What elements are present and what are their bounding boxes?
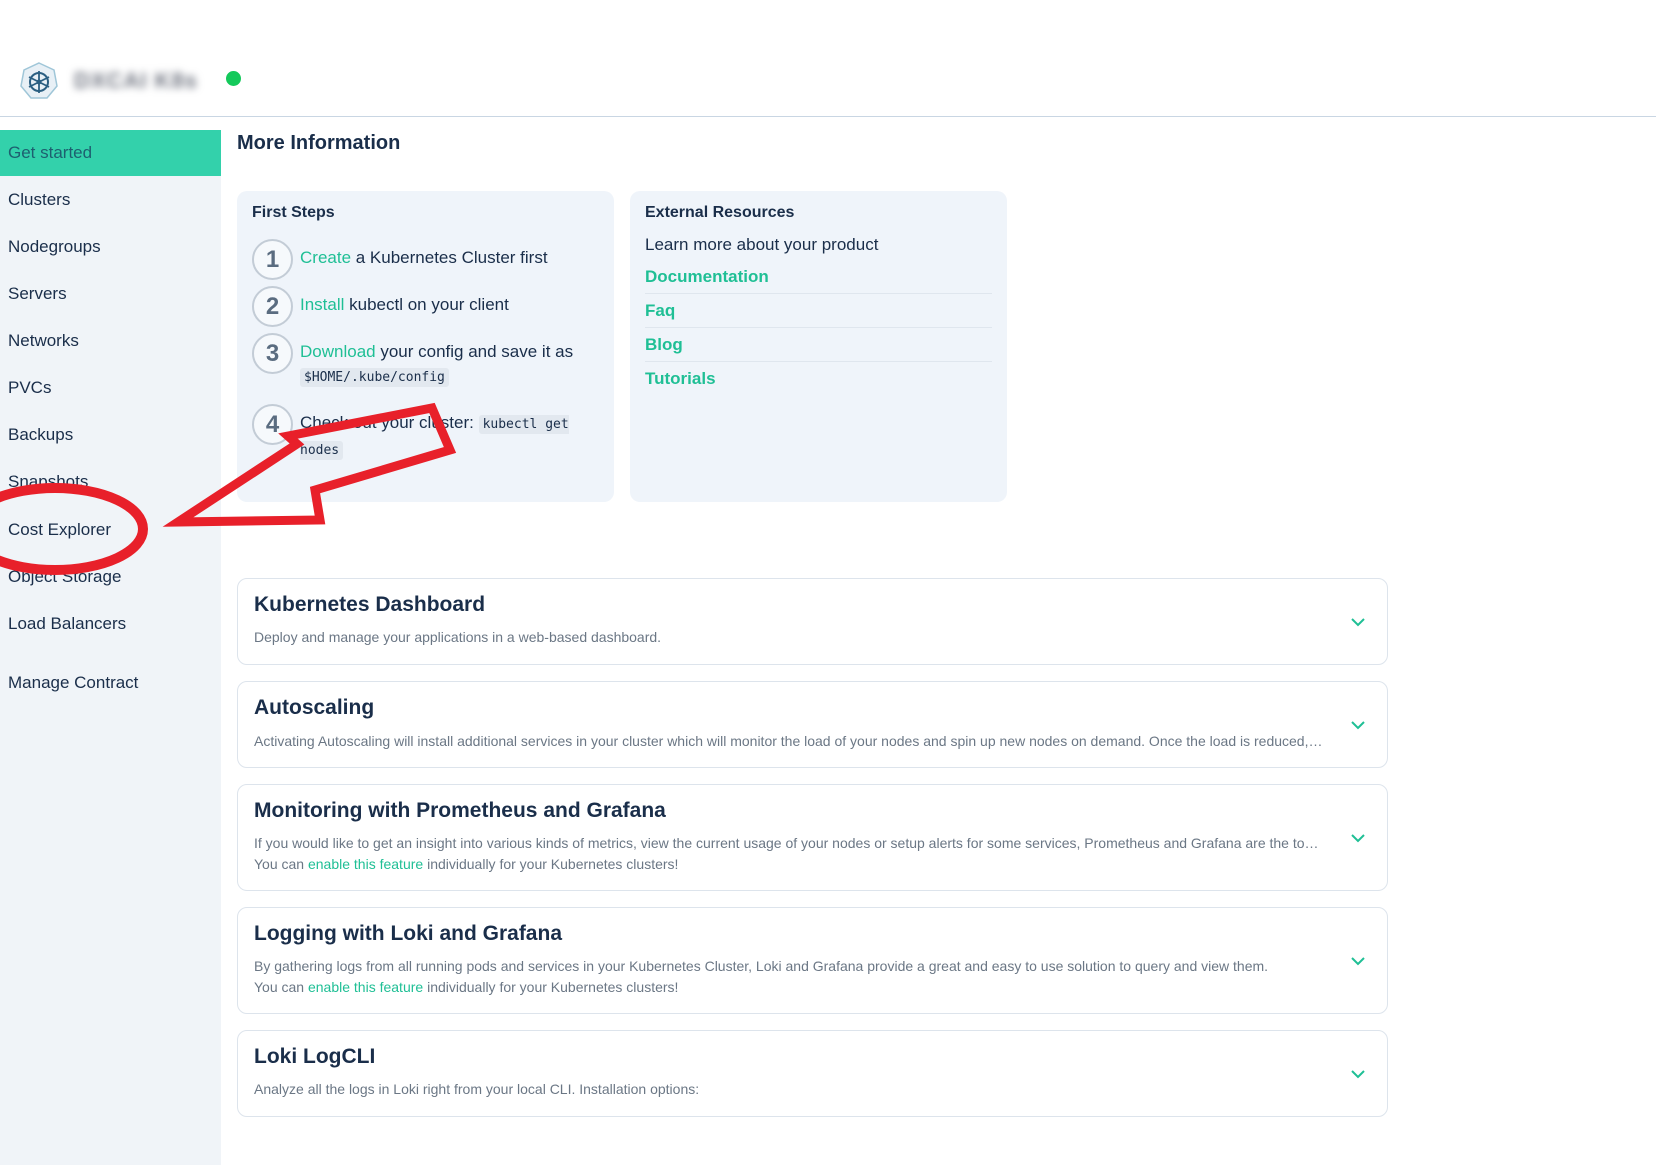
accordion-title: Monitoring with Prometheus and Grafana	[254, 799, 666, 822]
sidebar-item-manage-contract[interactable]: Manage Contract	[0, 660, 221, 706]
description-text: You can	[254, 856, 308, 872]
step-text: your config and save it as	[375, 342, 574, 361]
chevron-down-icon[interactable]	[1349, 716, 1367, 734]
cluster-status-indicator	[226, 71, 241, 86]
sidebar-item-backups[interactable]: Backups	[0, 412, 221, 458]
accordion-loki-logcli[interactable]: Loki LogCLI Analyze all the logs in Loki…	[237, 1030, 1388, 1117]
kubernetes-logo-icon[interactable]	[20, 62, 58, 100]
chevron-down-icon[interactable]	[1349, 952, 1367, 970]
accordion-logging[interactable]: Logging with Loki and Grafana By gatheri…	[237, 907, 1388, 1014]
first-steps-title: First Steps	[252, 204, 335, 221]
step-number: 1	[252, 239, 293, 280]
step-number: 3	[252, 333, 293, 374]
accordion-description: By gathering logs from all running pods …	[254, 958, 1269, 974]
accordion-description: Deploy and manage your applications in a…	[254, 629, 662, 645]
sidebar: Get started Clusters Nodegroups Servers …	[0, 130, 221, 1165]
step-text: a Kubernetes Cluster first	[351, 248, 548, 267]
sidebar-item-servers[interactable]: Servers	[0, 271, 221, 317]
accordion-title: Logging with Loki and Grafana	[254, 922, 562, 945]
sidebar-item-get-started[interactable]: Get started	[0, 130, 221, 176]
enable-feature-link[interactable]: enable this feature	[308, 979, 423, 995]
chevron-down-icon[interactable]	[1349, 829, 1367, 847]
description-text: individually for your Kubernetes cluster…	[423, 979, 679, 995]
sidebar-item-object-storage[interactable]: Object Storage	[0, 554, 221, 600]
blog-link[interactable]: Blog	[645, 335, 992, 362]
accordion-title: Autoscaling	[254, 696, 375, 719]
chevron-down-icon[interactable]	[1349, 613, 1367, 631]
documentation-link[interactable]: Documentation	[645, 267, 992, 294]
sidebar-item-networks[interactable]: Networks	[0, 318, 221, 364]
accordion-description: Analyze all the logs in Loki right from …	[254, 1081, 700, 1097]
chevron-down-icon[interactable]	[1349, 1065, 1367, 1083]
external-resources-card: External Resources Learn more about your…	[630, 191, 1007, 502]
config-path-code: $HOME/.kube/config	[300, 368, 449, 387]
accordion-description: Activating Autoscaling will install addi…	[254, 733, 1324, 749]
faq-link[interactable]: Faq	[645, 301, 992, 328]
accordion-autoscaling[interactable]: Autoscaling Activating Autoscaling will …	[237, 681, 1388, 768]
download-config-link[interactable]: Download	[300, 342, 376, 361]
sidebar-item-snapshots[interactable]: Snapshots	[0, 459, 221, 505]
tutorials-link[interactable]: Tutorials	[645, 369, 992, 395]
description-text: You can	[254, 979, 308, 995]
sidebar-item-nodegroups[interactable]: Nodegroups	[0, 224, 221, 270]
cluster-name: DXCAI K8s	[74, 68, 198, 93]
sidebar-item-pvcs[interactable]: PVCs	[0, 365, 221, 411]
enable-feature-link[interactable]: enable this feature	[308, 856, 423, 872]
accordion-monitoring[interactable]: Monitoring with Prometheus and Grafana I…	[237, 784, 1388, 891]
create-cluster-link[interactable]: Create	[300, 248, 351, 267]
first-steps-card: First Steps 1 Create a Kubernetes Cluste…	[237, 191, 614, 502]
top-bar: DXCAI K8s	[0, 0, 1656, 117]
accordion-title: Kubernetes Dashboard	[254, 593, 486, 616]
page-title: More Information	[237, 132, 401, 154]
accordion-kubernetes-dashboard[interactable]: Kubernetes Dashboard Deploy and manage y…	[237, 578, 1388, 665]
external-resources-title: External Resources	[645, 204, 795, 221]
accordion-description: If you would like to get an insight into…	[254, 835, 1324, 851]
step-number: 2	[252, 286, 293, 327]
accordion-title: Loki LogCLI	[254, 1045, 376, 1068]
step-text: Check out your cluster:	[300, 413, 479, 432]
sidebar-item-cost-explorer[interactable]: Cost Explorer	[0, 507, 221, 553]
sidebar-item-clusters[interactable]: Clusters	[0, 177, 221, 223]
step-text: kubectl on your client	[344, 295, 509, 314]
install-kubectl-link[interactable]: Install	[300, 295, 344, 314]
sidebar-item-load-balancers[interactable]: Load Balancers	[0, 601, 221, 647]
description-text: individually for your Kubernetes cluster…	[423, 856, 679, 872]
external-resources-subtitle: Learn more about your product	[645, 235, 879, 254]
step-number: 4	[252, 404, 293, 445]
